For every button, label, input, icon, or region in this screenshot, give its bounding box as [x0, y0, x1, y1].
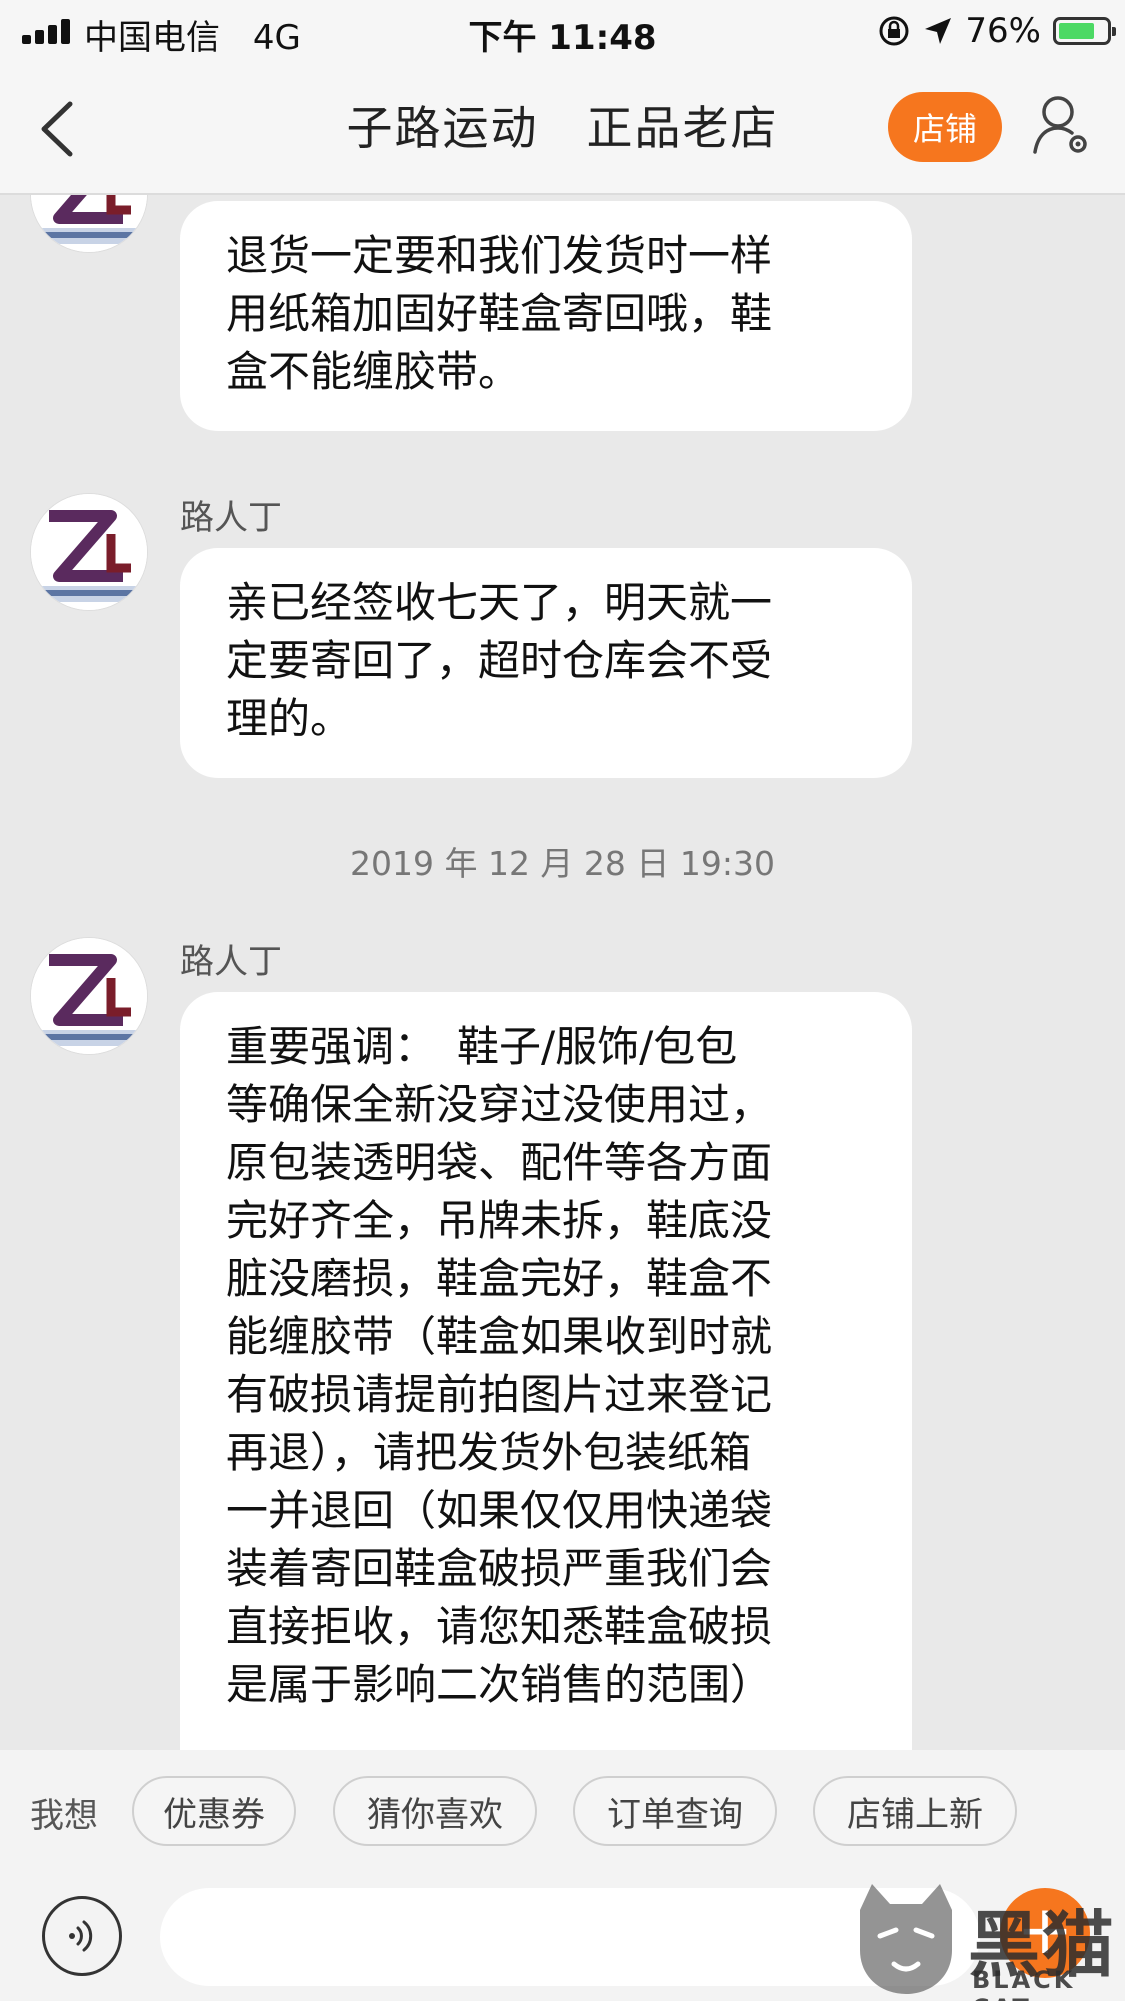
quick-reply-coupon[interactable]: 优惠券: [132, 1776, 296, 1846]
voice-button[interactable]: [42, 1896, 122, 1976]
message-bubble[interactable]: 退货一定要和我们发货时一样 用纸箱加固好鞋盒寄回哦，鞋 盒不能缠胶带。: [180, 201, 912, 431]
shop-logo-avatar: [31, 494, 147, 610]
user-settings-icon[interactable]: [1030, 90, 1092, 160]
message-text: 退货一定要和我们发货时一样 用纸箱加固好鞋盒寄回哦，鞋 盒不能缠胶带。: [226, 231, 773, 396]
watermark-subtext: BLACK CAT: [972, 1966, 1076, 2001]
timestamp: 2019 年 12 月 28 日 19:30: [349, 844, 775, 883]
quick-reply-bar: 我想 优惠券 猜你喜欢 订单查询 店铺上新: [0, 1750, 1125, 1870]
battery-icon: [1053, 17, 1116, 45]
status-right: 76%: [877, 8, 1116, 54]
quick-reply-label: 我想: [30, 1796, 98, 1836]
avatar[interactable]: [30, 937, 148, 1055]
voice-icon: [69, 1920, 93, 1952]
sender-name: 路人丁: [180, 498, 282, 538]
top-bar: 中国电信 4G 下午 11:48 76% 子路运动 正品老店 店铺: [0, 0, 1125, 195]
quick-reply-recommend[interactable]: 猜你喜欢: [333, 1776, 537, 1846]
battery-percent: 76%: [965, 11, 1041, 51]
watermark: 黑猫 BLACK CAT: [850, 1880, 1125, 2001]
location-icon: [925, 18, 952, 44]
shop-button[interactable]: 店铺: [888, 92, 1002, 162]
black-cat-logo: [860, 1884, 952, 1994]
chat-area[interactable]: 退货一定要和我们发货时一样 用纸箱加固好鞋盒寄回哦，鞋 盒不能缠胶带。 路人丁 …: [0, 195, 1125, 1750]
message-bubble[interactable]: 重要强调： 鞋子/服饰/包包 等确保全新没穿过没使用过， 原包装透明袋、配件等各…: [180, 992, 912, 1750]
battery-fill: [1059, 23, 1094, 39]
message-text: 亲已经签收七天了，明天就一 定要寄回了，超时仓库会不受 理的。: [226, 578, 773, 743]
nav-bar: 子路运动 正品老店 店铺: [0, 62, 1125, 193]
avatar[interactable]: [30, 493, 148, 611]
avatar[interactable]: [30, 195, 148, 253]
message-text: 重要强调： 鞋子/服饰/包包 等确保全新没穿过没使用过， 原包装透明袋、配件等各…: [226, 1022, 773, 1709]
quick-reply-new-arrivals[interactable]: 店铺上新: [813, 1776, 1017, 1846]
sender-name: 路人丁: [180, 942, 282, 982]
shop-logo-avatar: [31, 195, 147, 252]
quick-reply-order-query[interactable]: 订单查询: [573, 1776, 777, 1846]
rotation-lock-icon: [879, 16, 909, 46]
shop-logo-avatar: [31, 938, 147, 1054]
status-bar: 中国电信 4G 下午 11:48 76%: [0, 0, 1125, 62]
message-bubble[interactable]: 亲已经签收七天了，明天就一 定要寄回了，超时仓库会不受 理的。: [180, 548, 912, 778]
